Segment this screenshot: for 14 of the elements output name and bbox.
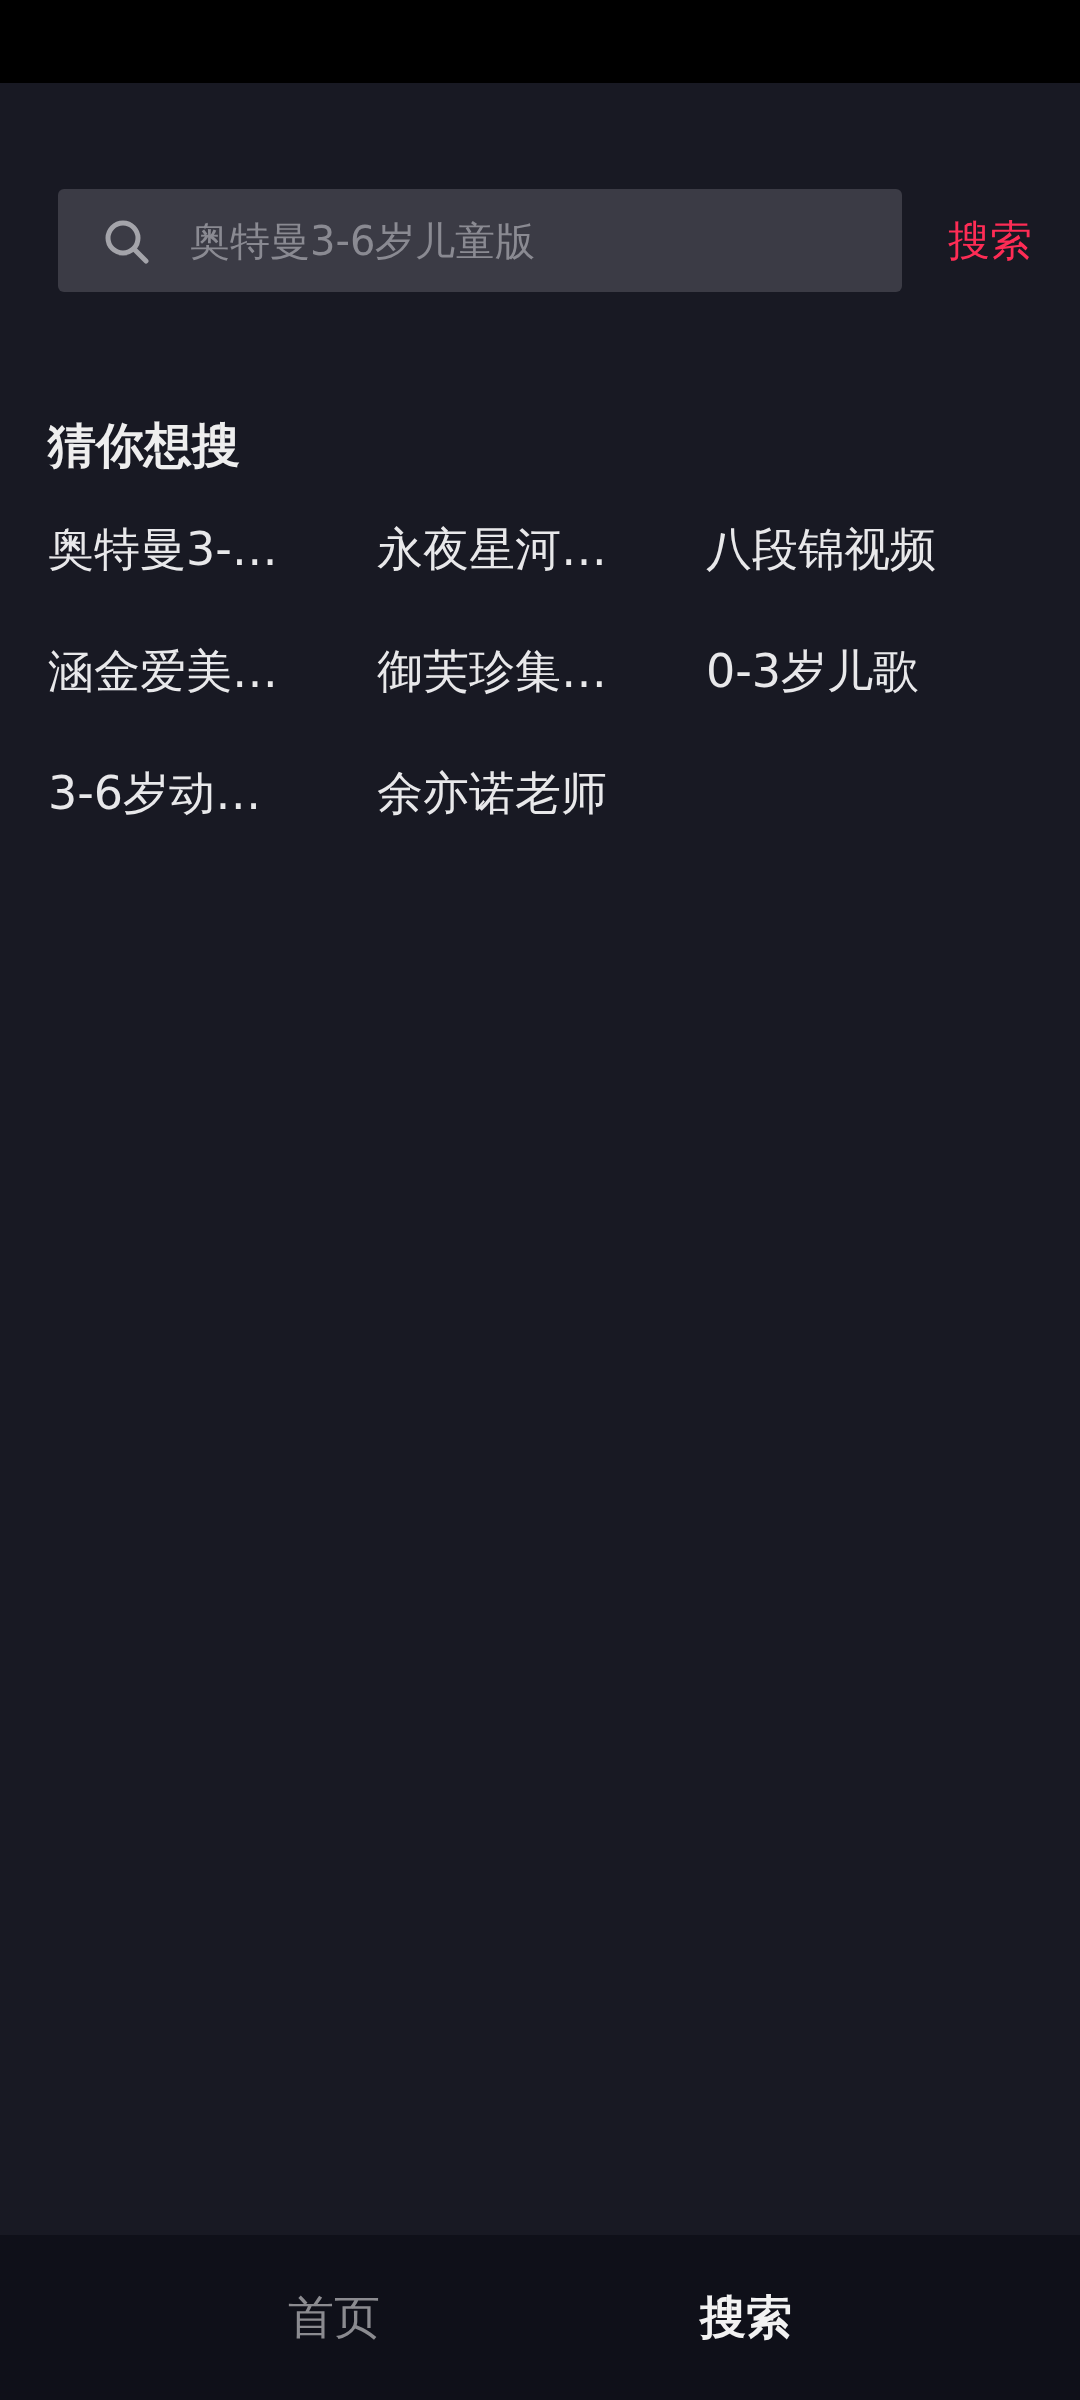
search-field[interactable]: 奥特曼3-6岁儿童版 (58, 189, 902, 292)
nav-tab[interactable]: 搜索 (700, 2286, 792, 2349)
suggestion-item[interactable]: 0-3岁儿歌 (706, 644, 1035, 698)
section-heading: 猜你想搜 (48, 416, 241, 475)
search-button[interactable]: 搜索 (948, 212, 1032, 269)
nav-tab[interactable]: 首页 (288, 2286, 380, 2349)
search-input[interactable]: 奥特曼3-6岁儿童版 (188, 216, 868, 265)
suggestion-item[interactable]: 3-6岁动… (48, 766, 377, 820)
suggestion-item[interactable]: 奥特曼3-… (48, 522, 377, 576)
suggestion-item[interactable]: 八段锦视频 (706, 522, 1035, 576)
suggestion-item[interactable]: 永夜星河… (377, 522, 706, 576)
suggestion-item[interactable]: 御芙珍集… (377, 644, 706, 698)
suggestion-item[interactable]: 余亦诺老师 (377, 766, 706, 820)
suggestion-item[interactable]: 涵金爱美… (48, 644, 377, 698)
